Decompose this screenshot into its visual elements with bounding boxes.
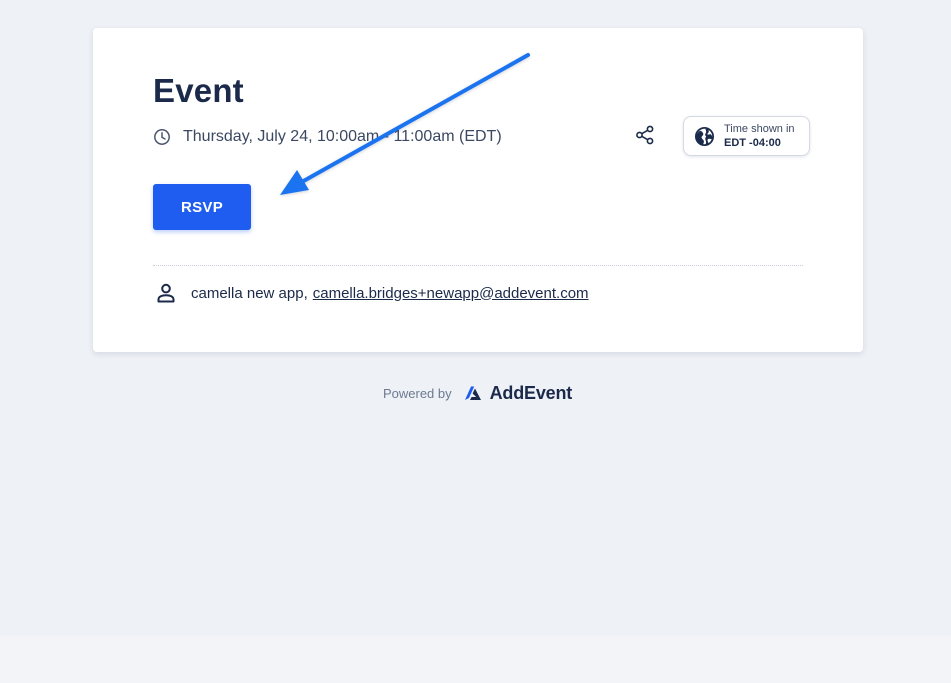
bottom-band (0, 636, 951, 683)
organizer-row: camella new app, camella.bridges+newapp@… (157, 282, 589, 304)
addevent-logo-icon (464, 385, 482, 401)
powered-by-label: Powered by (382, 385, 452, 401)
timezone-text: Time shown in EDT -04:00 (724, 122, 795, 150)
timezone-value: EDT -04:00 (724, 137, 781, 149)
clock-icon (153, 128, 171, 146)
footer: Powered by AddEvent (0, 380, 951, 406)
event-datetime-row: Thursday, July 24, 10:00am - 11:00am (ED… (153, 126, 502, 148)
event-card: Event Thursday, July 24, 10:00am - 11:00… (93, 28, 863, 352)
person-icon (157, 283, 175, 303)
globe-icon (694, 126, 715, 147)
powered-by-link[interactable]: Powered by AddEvent (383, 383, 572, 404)
event-title: Event (153, 72, 244, 109)
event-datetime: Thursday, July 24, 10:00am - 11:00am (ED… (183, 128, 502, 145)
rsvp-button[interactable]: RSVP (153, 184, 251, 230)
share-icon (634, 124, 656, 151)
organizer-email-link[interactable]: camella.bridges+newapp@addevent.com (313, 285, 589, 302)
divider (153, 265, 803, 266)
brand-name: AddEvent (489, 382, 573, 403)
timezone-selector[interactable]: Time shown in EDT -04:00 (683, 116, 810, 156)
timezone-label: Time shown in (724, 123, 795, 135)
share-button[interactable] (632, 124, 658, 150)
organizer-name: camella new app, (191, 284, 308, 302)
